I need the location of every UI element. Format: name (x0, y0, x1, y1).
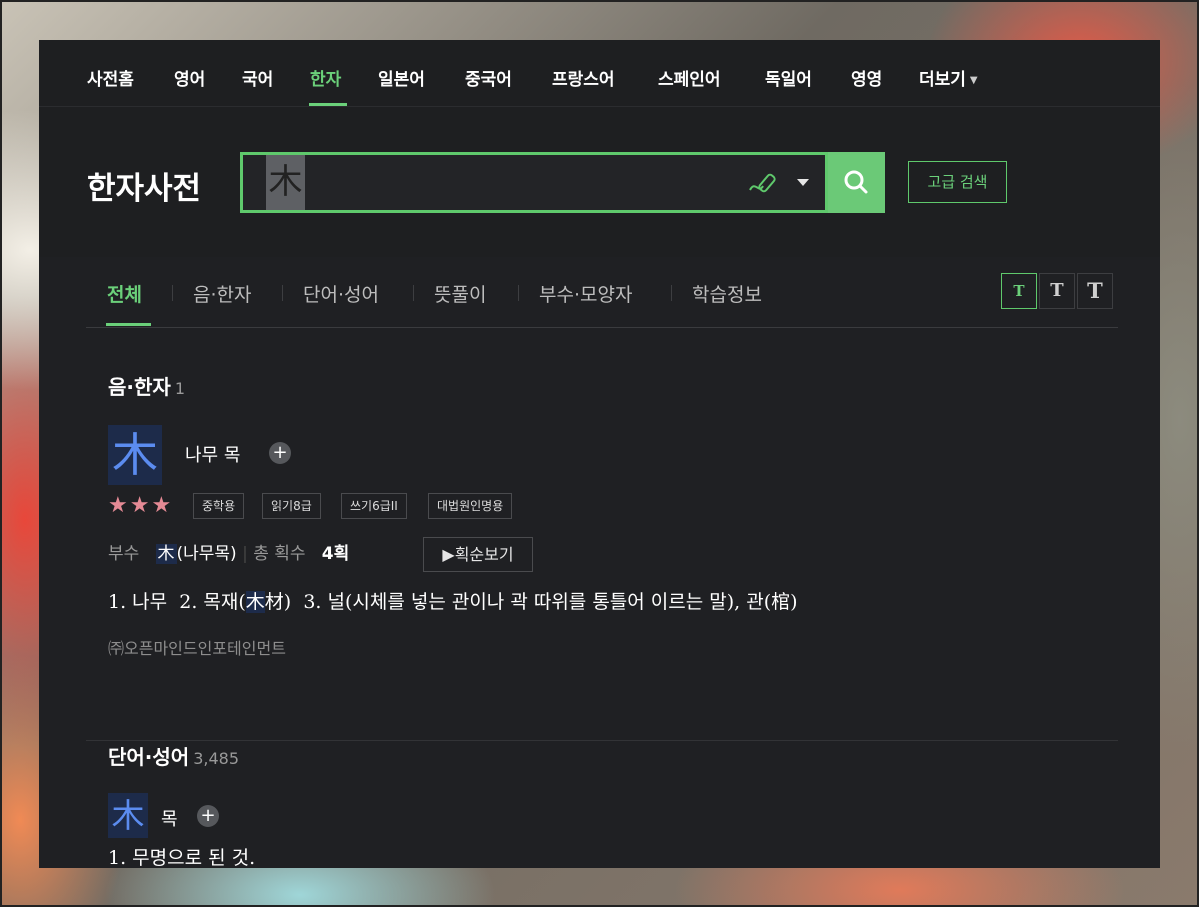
section-title-text: 음·한자 (108, 375, 171, 399)
meaning-3: 3. 널(시체를 넣는 관이나 곽 따위를 통틀어 이르는 말), 관(棺) (303, 591, 798, 613)
search-icon (844, 170, 868, 194)
source-credit: ㈜오픈마인드인포테인먼트 (108, 639, 286, 658)
tab-words-idioms[interactable]: 단어·성어 (303, 280, 379, 307)
nav-item-spanish[interactable]: 스페인어 (658, 65, 721, 90)
caret-down-icon: ▼ (969, 74, 978, 86)
badge-reading-grade: 읽기8급 (262, 493, 321, 519)
meaning-2-highlight[interactable]: 木 (245, 591, 265, 613)
nav-item-chinese[interactable]: 중국어 (465, 65, 512, 90)
tab-separator (518, 285, 519, 301)
search-area: 한자사전 木 고급 검색 (39, 107, 1160, 257)
font-size-small-icon[interactable]: T (1001, 273, 1037, 309)
meaning-1: 1. 나무 (108, 591, 168, 613)
page-title: 한자사전 (87, 171, 202, 207)
nav-item-japanese[interactable]: 일본어 (378, 65, 425, 90)
add-wordbook-icon[interactable]: + (197, 805, 219, 827)
stroke-label: 총 획수 (253, 544, 306, 564)
section-title-words-idioms: 단어·성어 3,485 (108, 741, 239, 770)
tab-separator (172, 285, 173, 301)
meaning-2-prefix: 2. 목재( (179, 591, 246, 613)
importance-stars: ★★★ (108, 493, 174, 518)
hanja-reading[interactable]: 나무 목 (185, 441, 240, 467)
tab-separator (671, 285, 672, 301)
play-icon: ▶ (442, 545, 455, 564)
hanja-character[interactable]: 木 (108, 425, 162, 485)
tab-active-underline (106, 323, 151, 326)
badge-name-use: 대법원인명용 (428, 493, 513, 519)
section-divider (86, 740, 1118, 741)
handwriting-pen-icon[interactable] (747, 170, 781, 196)
radical-info: 부수 木 (나무목) | 총 획수 4획 (108, 539, 349, 564)
advanced-search-button[interactable]: 고급 검색 (908, 161, 1007, 203)
search-query-text[interactable]: 木 (266, 155, 305, 210)
radical-name: (나무목) (176, 544, 237, 564)
stroke-order-label: 획순보기 (454, 545, 514, 564)
badge-middle-school: 중학용 (193, 493, 245, 519)
nav-item-more[interactable]: 더보기 ▼ (919, 65, 978, 90)
word-hanja-character[interactable]: 木 (108, 793, 148, 838)
search-button[interactable] (828, 152, 885, 213)
section-count: 3,485 (193, 749, 240, 768)
word-reading[interactable]: 목 (161, 805, 178, 831)
input-tool-dropdown-icon[interactable] (797, 179, 809, 186)
radical-label: 부수 (108, 544, 140, 564)
nav-item-english-english[interactable]: 영영 (851, 65, 882, 90)
font-size-large-icon[interactable]: T (1077, 273, 1113, 309)
section-title-text: 단어·성어 (108, 745, 190, 769)
font-size-medium-icon[interactable]: T (1039, 273, 1075, 309)
badge-writing-grade: 쓰기6급II (341, 493, 407, 519)
section-count: 1 (174, 379, 185, 398)
hanja-meanings: 1. 나무 2. 목재(木材) 3. 널(시체를 넣는 관이나 곽 따위를 통틀… (108, 587, 798, 614)
nav-item-german[interactable]: 독일어 (765, 65, 812, 90)
nav-active-underline (309, 103, 347, 106)
meaning-2-rest: 材) (264, 591, 292, 613)
results-content: 전체 음·한자 단어·성어 뜻풀이 부수·모양자 학습정보 T T T 음·한자… (39, 257, 1160, 868)
dictionary-panel: 사전홈 영어 국어 한자 일본어 중국어 프랑스어 스페인어 독일어 영영 더보… (39, 40, 1160, 868)
stroke-count: 4획 (321, 544, 350, 564)
tab-all[interactable]: 전체 (107, 280, 142, 307)
result-tabs: 전체 음·한자 단어·성어 뜻풀이 부수·모양자 학습정보 T T T (86, 257, 1118, 328)
tab-definitions[interactable]: 뜻풀이 (434, 280, 486, 307)
top-navigation: 사전홈 영어 국어 한자 일본어 중국어 프랑스어 스페인어 독일어 영영 더보… (39, 40, 1160, 107)
radical-character[interactable]: 木 (155, 544, 177, 564)
tab-separator (413, 285, 414, 301)
nav-item-korean[interactable]: 국어 (242, 65, 273, 90)
tab-radical-shape[interactable]: 부수·모양자 (539, 280, 632, 307)
tab-sound-hanja[interactable]: 음·한자 (193, 280, 251, 307)
meta-separator: | (242, 544, 248, 564)
nav-item-hanja[interactable]: 한자 (310, 65, 341, 90)
nav-item-french[interactable]: 프랑스어 (552, 65, 615, 90)
nav-more-label: 더보기 (919, 70, 966, 90)
section-title-sound-hanja: 음·한자 1 (108, 371, 185, 400)
tab-separator (282, 285, 283, 301)
add-wordbook-icon[interactable]: + (269, 442, 291, 464)
word-meaning: 1. 무명으로 된 것. (108, 847, 256, 868)
stroke-order-button[interactable]: ▶획순보기 (423, 537, 533, 572)
tab-study-info[interactable]: 학습정보 (692, 280, 762, 307)
nav-item-english[interactable]: 영어 (174, 65, 205, 90)
search-input[interactable]: 木 (240, 152, 828, 213)
nav-item-dictionary-home[interactable]: 사전홈 (87, 65, 134, 90)
